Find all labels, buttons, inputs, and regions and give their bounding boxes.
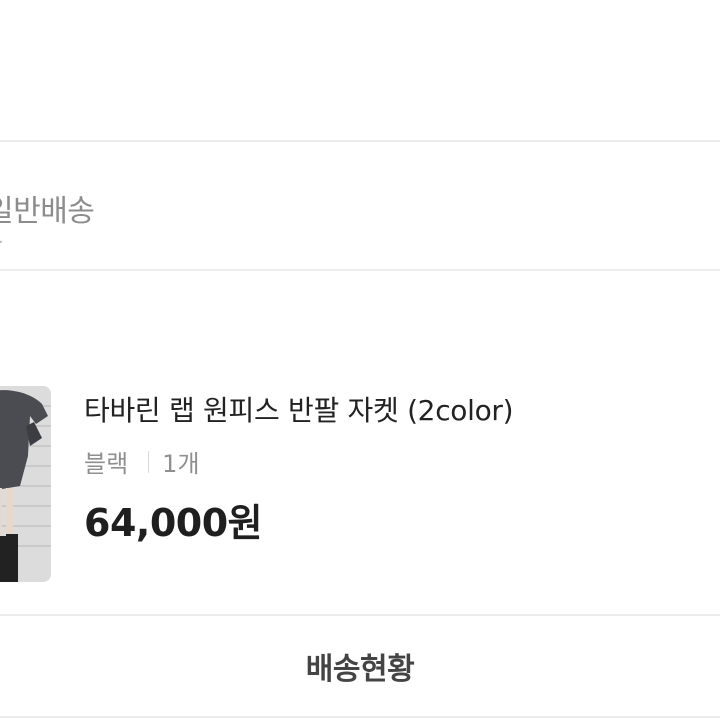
track-shipping-button[interactable]: 배송현황 bbox=[0, 617, 720, 715]
product-price: 64,000원 bbox=[84, 501, 263, 545]
option-color: 블랙 bbox=[84, 450, 129, 478]
product-options: 블랙 1개 bbox=[84, 444, 200, 479]
product-thumbnail[interactable] bbox=[0, 386, 51, 582]
product-photo-icon bbox=[0, 386, 51, 582]
bottom-divider bbox=[0, 614, 720, 616]
option-quantity: 1개 bbox=[162, 450, 200, 478]
product-name[interactable]: 타바린 랩 원피스 반팔 자켓 (2color) bbox=[84, 389, 514, 429]
middle-divider bbox=[0, 269, 720, 271]
shipping-method-label: 일반배송 bbox=[0, 194, 95, 229]
footer-divider bbox=[0, 716, 720, 718]
top-divider bbox=[0, 140, 720, 142]
option-separator bbox=[148, 450, 150, 473]
shipping-sub-marker: · bbox=[0, 232, 4, 253]
